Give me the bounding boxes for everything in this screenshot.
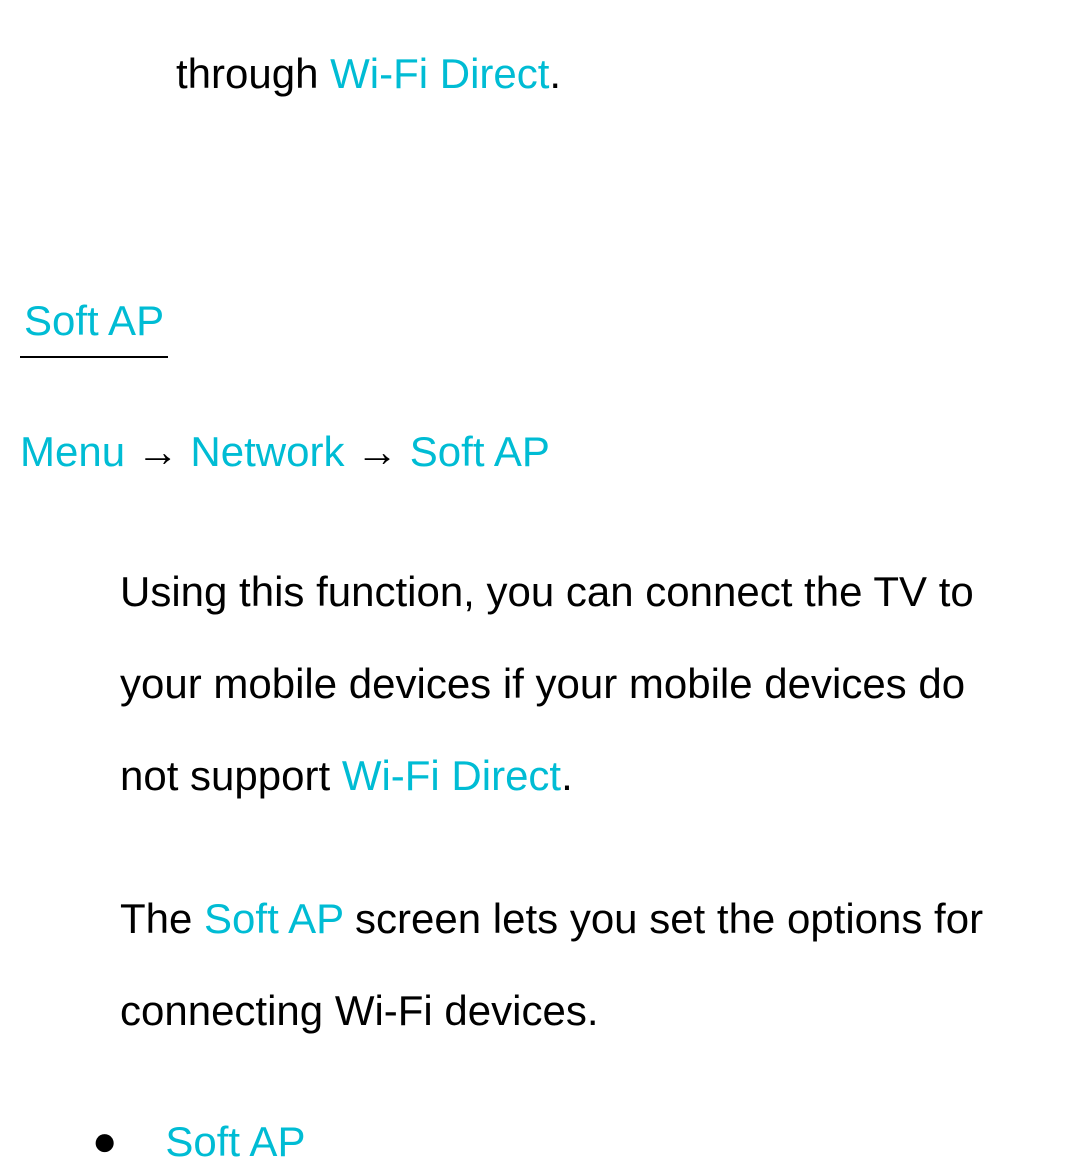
breadcrumb-arrow-1: →	[125, 428, 190, 475]
breadcrumb: Menu → Network → Soft AP	[20, 418, 1060, 485]
wifi-direct-link-body[interactable]: Wi-Fi Direct	[342, 752, 561, 799]
list-item: ● Soft AP	[120, 1108, 1060, 1175]
description-paragraph-2: The Soft AP screen lets you set the opti…	[120, 873, 1030, 1058]
top-fragment-text2: .	[549, 50, 561, 97]
breadcrumb-menu[interactable]: Menu	[20, 428, 125, 475]
softap-bullet-link[interactable]: Soft AP	[165, 1108, 305, 1175]
wifi-direct-link-top[interactable]: Wi-Fi Direct	[330, 50, 549, 97]
bullet-icon: ●	[92, 1120, 117, 1162]
breadcrumb-softap[interactable]: Soft AP	[410, 428, 550, 475]
top-fragment-text1: through	[176, 50, 330, 97]
softap-link-body[interactable]: Soft AP	[204, 895, 343, 942]
top-fragment-line: through Wi-Fi Direct.	[176, 40, 1060, 107]
breadcrumb-network[interactable]: Network	[190, 428, 344, 475]
para2-text1: The	[120, 895, 204, 942]
breadcrumb-arrow-2: →	[344, 428, 409, 475]
section-heading: Soft AP	[20, 287, 168, 358]
description-paragraph-1: Using this function, you can connect the…	[120, 546, 1030, 823]
section-heading-container: Soft AP	[20, 107, 1060, 358]
para1-text2: .	[561, 752, 573, 799]
